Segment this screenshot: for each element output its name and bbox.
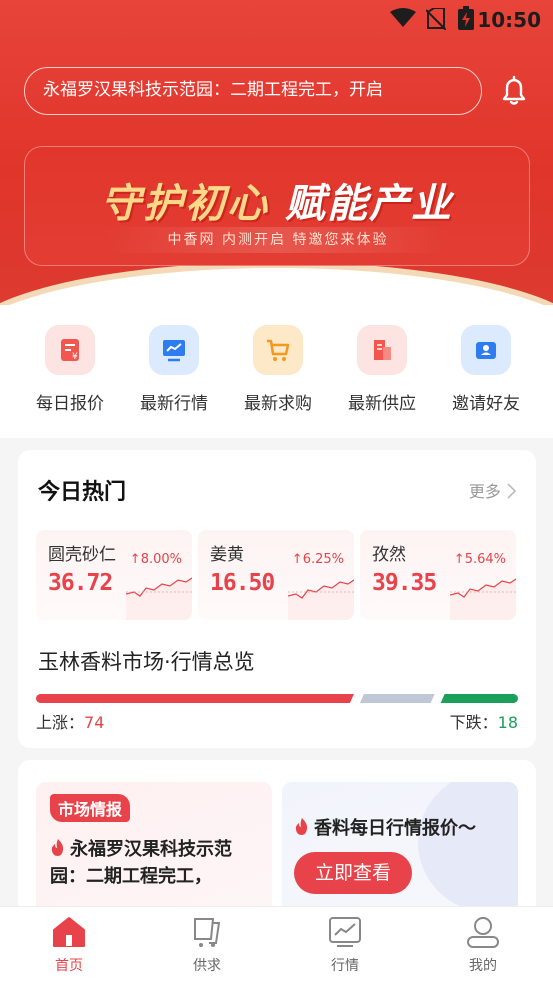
hot-item-change: ↑8.00%	[129, 552, 182, 567]
quick-latest-purchase[interactable]: 最新求购	[226, 325, 330, 414]
status-bar: 10:50	[0, 0, 553, 40]
up-label-text: 上涨：	[36, 713, 85, 732]
intel-tag: 市场情报	[50, 794, 131, 822]
market-chart-icon	[149, 325, 199, 375]
view-now-button[interactable]: 立即查看	[294, 852, 412, 894]
tab-home[interactable]: 首页	[24, 915, 114, 975]
quick-invite-friend-label: 邀请好友	[452, 394, 520, 414]
down-label-text: 下跌：	[449, 713, 498, 732]
down-segment	[440, 694, 518, 703]
wifi-icon	[390, 8, 416, 27]
hot-today-card: 今日热门 更多 圆壳砂仁 36.72 ↑8.00% 姜黄 16.50 ↑6.25…	[18, 450, 536, 748]
down-count-label: 下跌：18	[450, 709, 518, 733]
daily-card-decoration	[418, 782, 518, 912]
intel-headline: 永福罗汉果科技示范园：二期工程完工，	[50, 836, 260, 890]
supply-building-icon	[357, 325, 407, 375]
quick-latest-market-label: 最新行情	[140, 394, 208, 414]
quick-invite-friend[interactable]: 邀请好友	[434, 325, 538, 414]
quick-daily-price[interactable]: ¥ 每日报价	[18, 325, 122, 414]
banner-subtitle: 中香网 内测开启 特邀您来体验	[105, 227, 451, 253]
quick-latest-purchase-label: 最新求购	[244, 394, 312, 414]
status-time: 10:50	[477, 8, 541, 32]
quick-latest-supply-label: 最新供应	[348, 394, 416, 414]
banner-title-part1: 守护初心	[101, 181, 270, 227]
supply-demand-icon	[194, 918, 221, 947]
banner-title-part2: 赋能产业	[284, 181, 453, 227]
daily-price-card[interactable]: 香料每日行情报价～ 立即查看	[282, 782, 518, 920]
hot-item-change: ↑5.64%	[453, 552, 506, 567]
no-sim-icon	[426, 8, 446, 30]
hot-item[interactable]: 姜黄 16.50 ↑6.25%	[198, 530, 354, 620]
more-link[interactable]: 更多	[468, 478, 517, 502]
quick-actions: ¥ 每日报价 最新行情 最新求购 最新供应 邀请好友	[0, 305, 553, 438]
tab-market[interactable]: 行情	[300, 915, 390, 975]
flame-icon	[295, 818, 308, 835]
sparkline-chart	[288, 579, 354, 620]
quick-latest-supply[interactable]: 最新供应	[330, 325, 434, 414]
invite-friend-icon	[461, 325, 511, 375]
price-sheet-icon: ¥	[45, 325, 95, 375]
tab-profile-label: 我的	[469, 958, 497, 974]
market-overview-title: 玉林香料市场·行情总览	[38, 650, 255, 674]
battery-icon	[458, 6, 474, 30]
hot-item-price: 36.72	[48, 570, 113, 596]
flat-segment	[359, 694, 435, 703]
hot-item[interactable]: 圆壳砂仁 36.72 ↑8.00%	[36, 530, 192, 620]
sparkline-chart	[126, 577, 192, 620]
hot-title: 今日热门	[38, 480, 127, 505]
more-label: 更多	[468, 482, 501, 501]
sparkline-chart	[450, 578, 516, 620]
promo-banner[interactable]: 守护初心 赋能产业 中香网 内测开启 特邀您来体验	[24, 146, 530, 266]
tab-home-label: 首页	[55, 958, 83, 974]
hot-item-price: 39.35	[372, 570, 437, 596]
hot-item-name: 姜黄	[210, 545, 244, 565]
carousel-indicator	[251, 267, 299, 277]
svg-text:¥: ¥	[72, 352, 78, 362]
hot-item-price: 16.50	[210, 570, 275, 596]
hot-item-change: ↑6.25%	[291, 552, 344, 567]
quick-daily-price-label: 每日报价	[36, 394, 104, 414]
chevron-right-icon	[507, 483, 517, 499]
carousel-dot-active	[251, 268, 273, 276]
carousel-dot	[291, 268, 299, 276]
market-icon	[329, 917, 361, 947]
up-count: 74	[84, 713, 105, 732]
bell-icon[interactable]	[497, 74, 531, 108]
market-intel-card[interactable]: 市场情报 永福罗汉果科技示范园：二期工程完工，	[36, 782, 272, 920]
down-count: 18	[497, 713, 518, 732]
hot-item-name: 圆壳砂仁	[48, 545, 116, 565]
banner-title: 守护初心 赋能产业	[25, 171, 529, 229]
info-card: 市场情报 永福罗汉果科技示范园：二期工程完工， 香料每日行情报价～ 立即查看	[18, 760, 536, 920]
daily-price-title: 香料每日行情报价～	[294, 814, 476, 840]
intel-headline-text: 永福罗汉果科技示范园：二期工程完工，	[50, 839, 232, 887]
carousel-dot	[278, 268, 286, 276]
up-count-label: 上涨：74	[36, 709, 104, 733]
profile-icon	[467, 917, 499, 948]
up-down-ratio-bar	[36, 694, 518, 703]
hot-item[interactable]: 孜然 39.35 ↑5.64%	[360, 530, 516, 620]
tab-supply-demand-label: 供求	[193, 958, 221, 974]
tab-market-label: 行情	[331, 958, 359, 974]
tab-supply-demand[interactable]: 供求	[162, 915, 252, 975]
quick-latest-market[interactable]: 最新行情	[122, 325, 226, 414]
tab-profile[interactable]: 我的	[438, 915, 528, 975]
hot-item-name: 孜然	[372, 545, 406, 565]
bottom-tab-bar: 首页 供求 行情 我的	[0, 906, 553, 983]
news-ticker-search[interactable]: 永福罗汉果科技示范园：二期工程完工，开启	[24, 67, 482, 115]
flame-icon	[51, 839, 64, 856]
home-icon	[53, 917, 85, 947]
shopping-cart-icon	[253, 325, 303, 375]
daily-price-title-text: 香料每日行情报价～	[314, 818, 476, 839]
up-segment	[36, 694, 354, 703]
